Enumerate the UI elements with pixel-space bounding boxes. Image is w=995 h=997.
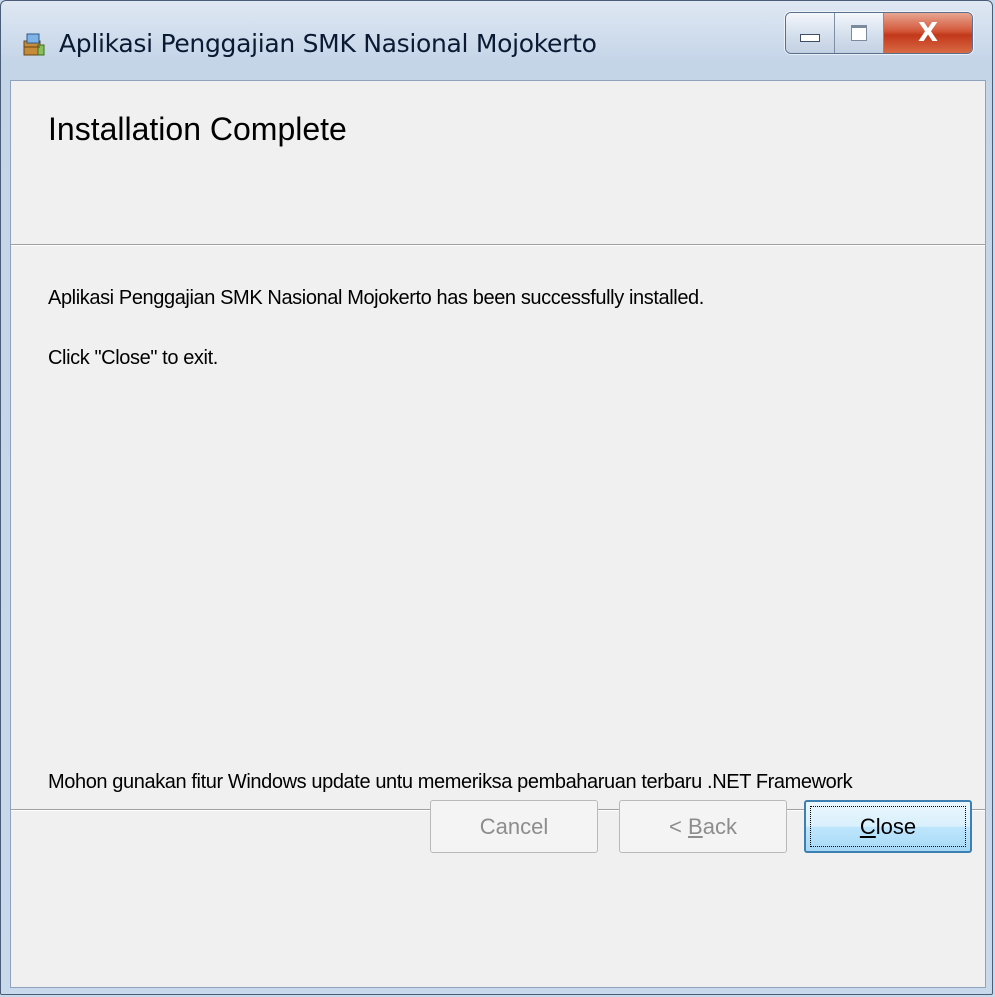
header-divider xyxy=(11,244,985,246)
close-icon: X xyxy=(917,18,939,48)
cancel-button-label: Cancel xyxy=(479,813,549,839)
minimize-button[interactable] xyxy=(786,13,835,53)
installer-window: Aplikasi Penggajian SMK Nasional Mojoker… xyxy=(0,0,993,995)
update-note: Mohon gunakan fitur Windows update untu … xyxy=(48,771,853,793)
back-button-mnemonic: B xyxy=(688,813,703,839)
minimize-icon xyxy=(800,34,820,42)
focus-rectangle xyxy=(810,806,966,847)
close-window-button[interactable]: X xyxy=(884,13,972,53)
maximize-button[interactable] xyxy=(835,13,884,53)
window-title: Aplikasi Penggajian SMK Nasional Mojoker… xyxy=(59,29,597,58)
title-bar[interactable]: Aplikasi Penggajian SMK Nasional Mojoker… xyxy=(1,1,992,79)
dialog-client-area: Installation Complete Aplikasi Penggajia… xyxy=(10,80,986,988)
dialog-header: Installation Complete xyxy=(11,81,985,244)
maximize-icon xyxy=(851,25,867,41)
exit-instruction: Click "Close" to exit. xyxy=(48,347,218,369)
back-button-rest: ack xyxy=(702,813,737,839)
back-button[interactable]: < Back xyxy=(619,800,787,853)
back-button-prefix: < xyxy=(669,813,689,839)
cancel-button[interactable]: Cancel xyxy=(430,800,598,853)
installer-app-icon xyxy=(21,31,47,57)
caption-buttons: X xyxy=(785,12,973,54)
page-title: Installation Complete xyxy=(48,111,347,147)
success-message: Aplikasi Penggajian SMK Nasional Mojoker… xyxy=(48,287,704,309)
close-button[interactable]: Close xyxy=(804,800,972,853)
